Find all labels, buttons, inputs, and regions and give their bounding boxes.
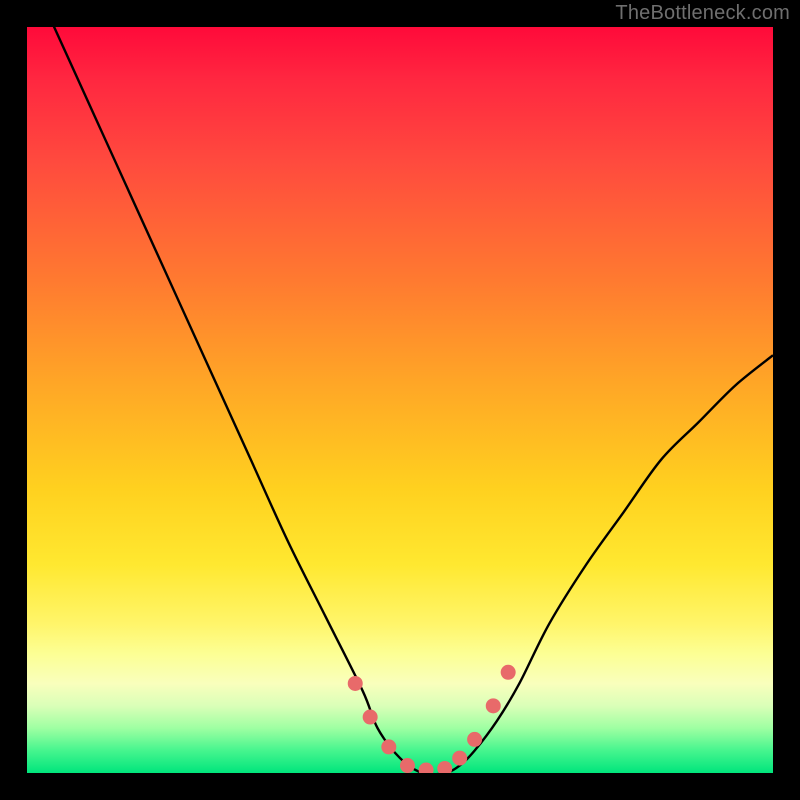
bottleneck-curve: [27, 27, 773, 773]
trough-marker: [381, 739, 396, 754]
trough-markers: [348, 665, 516, 773]
trough-marker: [400, 758, 415, 773]
trough-marker: [348, 676, 363, 691]
curve-layer: [27, 27, 773, 773]
watermark-text: TheBottleneck.com: [615, 2, 790, 25]
trough-marker: [467, 732, 482, 747]
trough-marker: [363, 710, 378, 725]
chart-frame: TheBottleneck.com: [0, 0, 800, 800]
trough-marker: [437, 761, 452, 773]
plot-area: [27, 27, 773, 773]
trough-marker: [419, 763, 434, 773]
trough-marker: [486, 698, 501, 713]
curve-line: [27, 27, 773, 773]
trough-marker: [452, 751, 467, 766]
trough-marker: [501, 665, 516, 680]
